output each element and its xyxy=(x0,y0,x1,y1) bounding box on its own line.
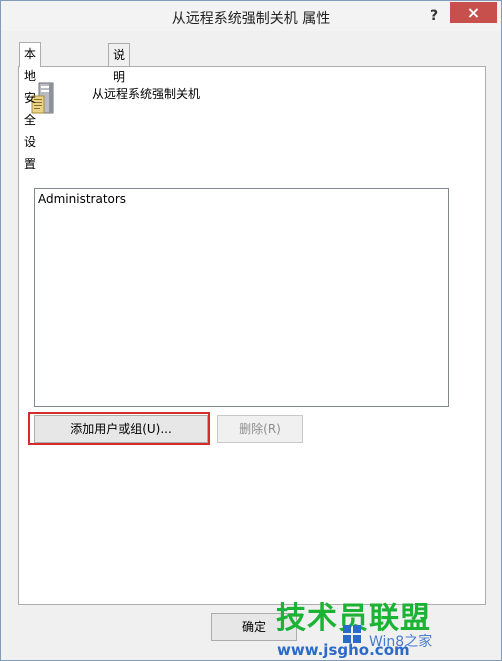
help-button[interactable]: ? xyxy=(419,5,449,27)
watermark-url: www.jsgho.com xyxy=(277,641,410,659)
close-button[interactable]: × xyxy=(450,2,497,23)
add-user-or-group-button[interactable]: 添加用户或组(U)... xyxy=(34,415,208,443)
user-group-list[interactable]: Administrators xyxy=(34,188,449,407)
tab-local-security-setting[interactable]: 本地安全设置 xyxy=(19,42,42,171)
policy-name: 从远程系统强制关机 xyxy=(92,87,201,101)
list-item[interactable]: Administrators xyxy=(38,192,126,206)
title-bar: 从远程系统强制关机 属性 ? × xyxy=(1,1,501,31)
properties-dialog: 从远程系统强制关机 属性 ? × 本地安全设置 说明 从远程系统强制关机 Adm… xyxy=(0,0,502,661)
tab-explain[interactable]: 说明 xyxy=(108,43,131,84)
remove-button[interactable]: 删除(R) xyxy=(217,415,303,443)
